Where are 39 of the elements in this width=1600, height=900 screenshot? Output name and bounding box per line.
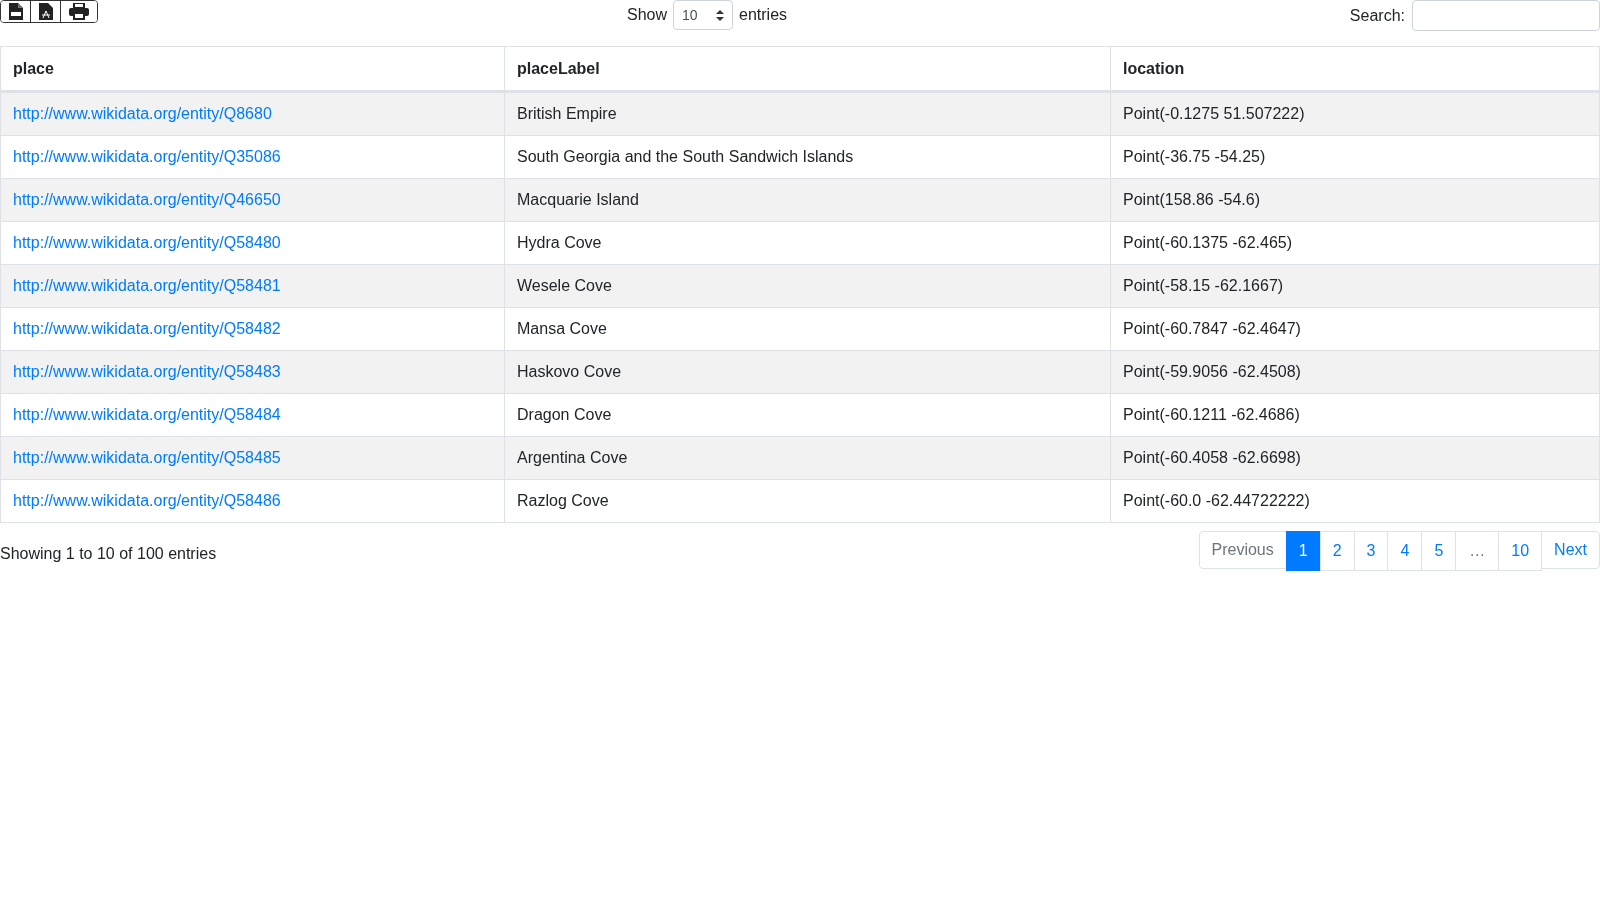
csv-export-button[interactable]: [1, 1, 31, 22]
page-button[interactable]: 10: [1498, 531, 1543, 571]
entries-select[interactable]: 10: [673, 0, 734, 30]
table-cell: Point(-60.1211 -62.4686): [1110, 393, 1600, 437]
table-cell: Point(-0.1275 51.507222): [1110, 91, 1600, 136]
page-button[interactable]: 2: [1319, 531, 1355, 571]
table-cell: Haskovo Cove: [504, 350, 1111, 394]
table-cell: Point(-59.9056 -62.4508): [1110, 350, 1600, 394]
page-button[interactable]: 1: [1285, 531, 1321, 571]
table-cell: Argentina Cove: [504, 436, 1111, 480]
sort-caret-icon: [716, 9, 725, 21]
page-button[interactable]: 5: [1421, 531, 1457, 571]
pagination-nav-button[interactable]: Next: [1541, 531, 1600, 569]
table-cell: Wesele Cove: [504, 264, 1111, 308]
entity-link[interactable]: http://www.wikidata.org/entity/Q8680: [13, 105, 272, 122]
table-cell: Point(158.86 -54.6): [1110, 178, 1600, 222]
show-label: Show: [627, 6, 668, 24]
table-cell: Point(-60.4058 -62.6698): [1110, 436, 1600, 480]
table-cell: Hydra Cove: [504, 221, 1111, 265]
table-cell: Point(-60.7847 -62.4647): [1110, 307, 1600, 351]
csv-file-icon: [8, 3, 23, 20]
page-button[interactable]: 4: [1387, 531, 1423, 571]
pdf-file-icon: [38, 3, 53, 20]
entries-label: entries: [739, 6, 788, 24]
table-cell: British Empire: [504, 91, 1111, 136]
search-label: Search:: [1349, 6, 1405, 25]
pagination-ellipsis: …: [1455, 531, 1500, 571]
table-cell: Point(-60.0 -62.44722222): [1110, 479, 1600, 523]
table-cell: Dragon Cove: [504, 393, 1111, 437]
table-cell: Mansa Cove: [504, 307, 1111, 351]
entries-info: Showing 1 to 10 of 100 entries: [0, 544, 217, 563]
table-cell: Point(-36.75 -54.25): [1110, 135, 1600, 179]
search-field[interactable]: [1412, 0, 1600, 31]
table-cell: Razlog Cove: [504, 479, 1111, 523]
table-cell: Point(-60.1375 -62.465): [1110, 221, 1600, 265]
table-cell: South Georgia and the South Sandwich Islands: [504, 135, 1111, 179]
printer-icon: [69, 3, 89, 20]
table-cell: Macquarie Island: [504, 178, 1111, 222]
table-cell: Point(-58.15 -62.1667): [1110, 264, 1600, 308]
